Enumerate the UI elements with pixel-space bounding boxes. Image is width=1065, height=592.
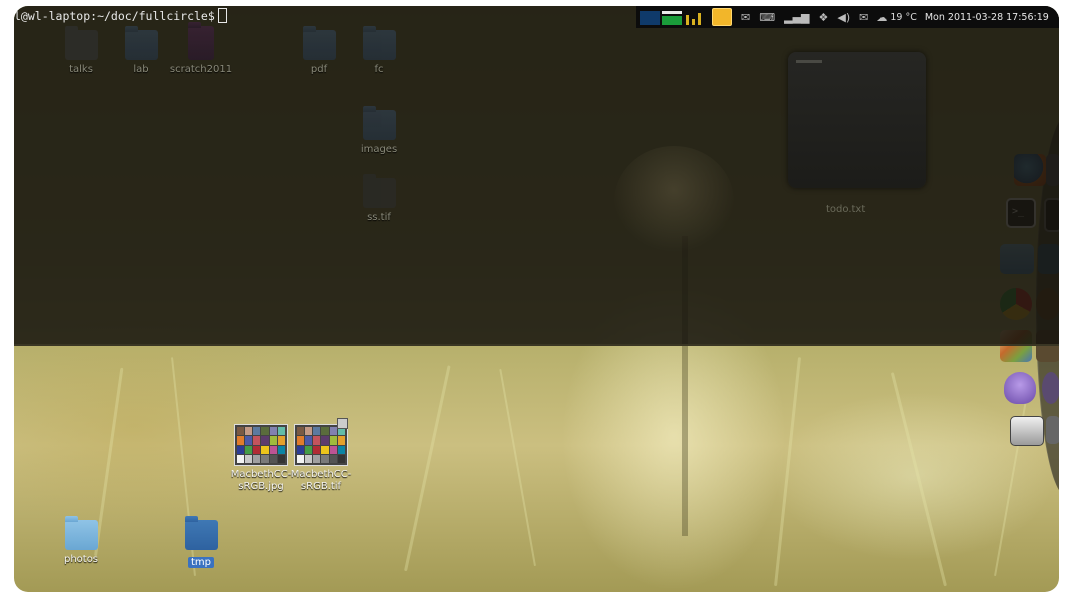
file-label: scratch2011 [169,64,233,75]
text-document-preview[interactable] [788,52,926,188]
weather-temperature[interactable]: 19 °C [890,12,917,23]
keyboard-icon[interactable]: ⌨ [759,11,775,24]
grass-blade [404,365,451,572]
notes-icon[interactable] [712,8,732,26]
dropbox-icon[interactable]: ❖ [819,11,829,24]
grass-blade [499,368,536,567]
prompt-text: l@wl-laptop:~/doc/fullcircle$ [14,9,215,23]
folder-icon-photos[interactable]: photos [46,516,116,565]
grass-blade [994,378,1031,577]
mail-icon[interactable]: ✉ [741,11,750,24]
scanner-icon-reflection [1046,416,1059,444]
file-label: MacbethCC-sRGB.tif [290,469,352,492]
folder-icon [184,516,218,550]
volume-icon[interactable]: ◀) [837,11,850,24]
folder-icon [362,106,396,140]
flower-silhouette [614,146,734,256]
grass-blade [774,357,802,587]
folder-label: fc [374,64,384,75]
folder-icon [64,26,98,60]
file-icon-scratch2011[interactable]: scratch2011 [166,22,236,75]
pidgin-icon-reflection [1042,372,1059,404]
top-panel: ✉ ⌨ ▂▄▆ ❖ ◀) ✉ ☁ 19 °C Mon 2011-03-28 17… [636,6,1059,28]
image-file-icon [362,174,396,208]
folder-icon [302,26,336,60]
system-monitor-icon[interactable] [640,9,706,25]
grass-blade [890,372,947,587]
document-icon [188,22,214,60]
folder-icon [64,516,98,550]
folder-icon [124,26,158,60]
desktop-screen: MacbethCC-sRGB.jpg MacbethCC-sRGB.tif ph… [14,6,1059,592]
scanner-icon[interactable] [1010,416,1044,446]
terminal-window[interactable]: l@wl-laptop:~/doc/fullcircle$ talks lab … [14,6,1059,346]
messages-icon[interactable]: ✉ [859,11,868,24]
weather-icon[interactable]: ☁ [876,11,887,24]
file-icon-ss-tif[interactable]: ss.tif [344,174,414,223]
file-icon-macbeth-tif[interactable]: MacbethCC-sRGB.tif [286,418,356,493]
clock[interactable]: Mon 2011-03-28 17:56:19 [925,12,1049,23]
image-thumbnail-icon [294,424,348,466]
pidgin-icon[interactable] [1004,372,1036,404]
folder-label: images [360,144,398,155]
document-header-line [796,60,822,63]
folder-icon-fc[interactable]: fc [344,26,414,75]
file-label: ss.tif [367,212,391,223]
image-thumbnail-icon [234,424,288,466]
document-label: todo.txt [826,204,866,215]
folder-label: photos [63,554,99,565]
folder-icon-tmp[interactable]: tmp [166,516,236,569]
folder-icon-images[interactable]: images [344,106,414,155]
text-cursor [217,8,227,23]
network-icon[interactable]: ▂▄▆ [784,11,809,24]
folder-icon [362,26,396,60]
file-type-badge-icon [337,418,348,429]
file-label: MacbethCC-sRGB.jpg [230,469,292,492]
folder-label-selected: tmp [187,557,214,568]
